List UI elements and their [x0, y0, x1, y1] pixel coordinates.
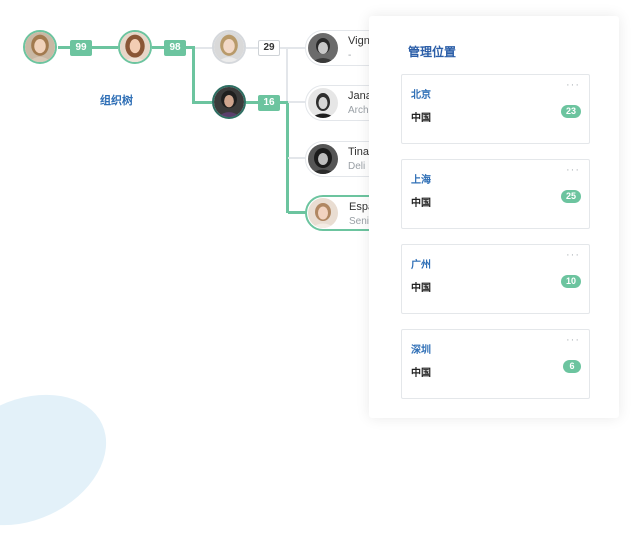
avatar[interactable]	[212, 30, 246, 64]
avatar[interactable]	[212, 85, 246, 119]
connector	[288, 101, 306, 103]
member-role: Arch	[348, 105, 369, 116]
avatar-image	[214, 87, 244, 117]
member-name: Tina	[348, 146, 369, 158]
more-icon[interactable]: ···	[566, 164, 580, 176]
location-card[interactable]: 广州 ··· 中国 10	[401, 244, 590, 314]
location-city[interactable]: 上海	[411, 171, 431, 186]
connector	[288, 157, 306, 159]
connector	[192, 46, 195, 103]
more-icon[interactable]: ···	[566, 79, 580, 91]
location-country: 中国	[411, 113, 431, 124]
avatar	[308, 88, 338, 118]
connector	[195, 47, 213, 49]
location-card[interactable]: 上海 ··· 中国 25	[401, 159, 590, 229]
avatar	[308, 198, 338, 228]
member-role: Deli	[348, 161, 366, 172]
location-country: 中国	[411, 368, 431, 379]
location-panel: 管理位置 北京 ··· 中国 23 上海 ··· 中国 25 广州 ··· 中国…	[369, 16, 619, 418]
count-badge: 6	[563, 360, 581, 373]
connector	[286, 47, 306, 49]
count-badge: 10	[560, 275, 581, 288]
avatar-image	[25, 32, 55, 62]
member-role: Seni	[349, 216, 370, 227]
more-icon[interactable]: ···	[566, 249, 580, 261]
avatar[interactable]	[23, 30, 57, 64]
avatar	[308, 33, 338, 63]
org-tree-label: 组织树	[100, 95, 133, 107]
location-card[interactable]: 深圳 ··· 中国 6	[401, 329, 590, 399]
member-role: -	[348, 50, 352, 61]
avatar-image	[120, 32, 150, 62]
avatar-image	[214, 32, 244, 62]
location-city[interactable]: 广州	[411, 256, 431, 271]
avatar	[308, 144, 338, 174]
connector	[192, 101, 212, 104]
avatar[interactable]	[118, 30, 152, 64]
count-badge: 23	[560, 105, 581, 118]
count-badge: 99	[70, 40, 92, 56]
connector	[288, 211, 306, 214]
more-icon[interactable]: ···	[566, 334, 580, 346]
location-country: 中国	[411, 198, 431, 209]
location-city[interactable]: 北京	[411, 86, 431, 101]
count-badge: 29	[258, 40, 280, 56]
location-country: 中国	[411, 283, 431, 294]
background-shape	[0, 369, 128, 550]
member-name: Vign	[348, 35, 370, 47]
count-badge: 98	[164, 40, 186, 56]
location-card[interactable]: 北京 ··· 中国 23	[401, 74, 590, 144]
panel-title: 管理位置	[408, 45, 457, 59]
count-badge: 25	[560, 190, 581, 203]
count-badge: 16	[258, 95, 280, 111]
connector	[286, 47, 288, 102]
location-city[interactable]: 深圳	[411, 341, 431, 356]
